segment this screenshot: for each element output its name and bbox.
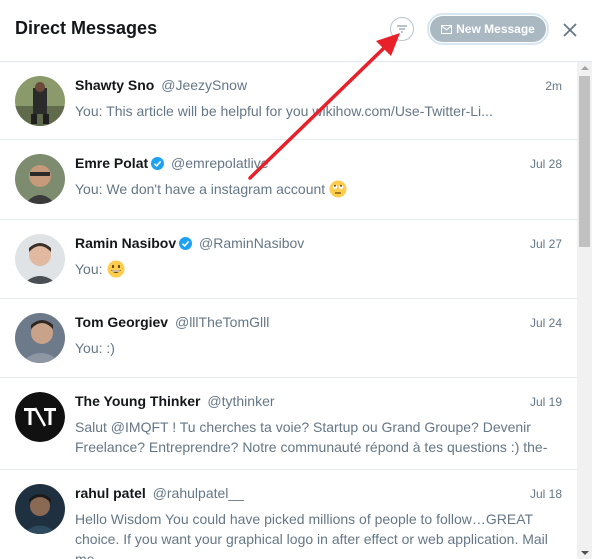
avatar <box>15 392 65 442</box>
name-line: Ramin Nasibov @RaminNasibov <box>75 235 304 251</box>
display-name: Shawty Sno <box>75 77 155 93</box>
display-name: The Young Thinker <box>75 393 201 409</box>
name-line: Tom Georgiev @lllTheTomGlll <box>75 314 269 330</box>
message-preview: Salut @IMQFT ! Tu cherches ta voie? Star… <box>75 419 548 455</box>
user-handle: @RaminNasibov <box>199 235 305 251</box>
envelope-icon <box>441 24 453 34</box>
timestamp: 2m <box>545 79 562 93</box>
filter-button[interactable] <box>390 17 414 41</box>
avatar <box>15 313 65 363</box>
new-message-button[interactable]: New Message <box>430 16 546 42</box>
timestamp: Jul 19 <box>529 395 562 409</box>
display-name: Ramin Nasibov <box>75 235 177 251</box>
conversation-row[interactable]: Ramin Nasibov @RaminNasibov Jul 27 You: <box>0 220 577 299</box>
timestamp: Jul 18 <box>529 487 562 501</box>
rolling-eyes-emoji <box>329 180 347 198</box>
conversation-row[interactable]: The Young Thinker @tythinker Jul 19 Salu… <box>0 378 577 470</box>
user-handle: @rahulpatel__ <box>152 485 244 501</box>
message-preview: You: :) <box>75 340 115 356</box>
timestamp: Jul 27 <box>529 237 562 251</box>
close-icon <box>563 23 577 37</box>
message-preview: You: <box>75 259 563 279</box>
display-name: Tom Georgiev <box>75 314 169 330</box>
timestamp: Jul 28 <box>529 157 562 171</box>
scroll-down-arrow-icon[interactable] <box>581 551 589 555</box>
user-handle: @lllTheTomGlll <box>174 314 270 330</box>
verified-badge-icon <box>151 157 165 170</box>
conversation-row[interactable]: Emre Polat @emrepolatlive Jul 28 You: We… <box>0 140 577 220</box>
user-handle: @JeezySnow <box>161 77 248 93</box>
name-line: The Young Thinker @tythinker <box>75 393 275 409</box>
close-button[interactable] <box>561 21 579 39</box>
avatar <box>15 154 65 204</box>
display-name: rahul patel <box>75 485 146 501</box>
scrollbar[interactable] <box>577 62 592 559</box>
scrollbar-thumb[interactable] <box>579 76 590 247</box>
filter-icon <box>397 25 407 33</box>
message-preview: Hello Wisdom You could have picked milli… <box>75 511 548 559</box>
name-line: Shawty Sno @JeezySnow <box>75 77 247 93</box>
conversation-row[interactable]: Shawty Sno @JeezySnow 2m You: This artic… <box>0 62 577 140</box>
avatar <box>15 484 65 534</box>
avatar <box>15 234 65 284</box>
display-name: Emre Polat <box>75 155 149 171</box>
user-handle: @tythinker <box>207 393 275 409</box>
grinning-emoji <box>107 260 125 278</box>
timestamp: Jul 24 <box>529 316 562 330</box>
verified-badge-icon <box>179 237 193 250</box>
dm-header: Direct Messages New Message <box>0 0 592 62</box>
page-title: Direct Messages <box>15 18 158 38</box>
avatar <box>15 76 65 126</box>
scroll-up-arrow-icon[interactable] <box>581 66 589 70</box>
conversation-list: Shawty Sno @JeezySnow 2m You: This artic… <box>0 62 577 559</box>
message-text: You: <box>75 261 103 277</box>
new-message-button-outline: New Message <box>427 13 549 45</box>
conversation-row[interactable]: rahul patel @rahulpatel__ Jul 18 Hello W… <box>0 470 577 559</box>
new-message-label: New Message <box>456 22 535 36</box>
conversation-row[interactable]: Tom Georgiev @lllTheTomGlll Jul 24 You: … <box>0 299 577 378</box>
message-text: You: We don't have a instagram account <box>75 181 326 197</box>
name-line: Emre Polat @emrepolatlive <box>75 155 269 171</box>
message-preview: You: This article will be helpful for yo… <box>75 103 493 119</box>
user-handle: @emrepolatlive <box>171 155 269 171</box>
message-preview: You: We don't have a instagram account <box>75 179 563 199</box>
name-line: rahul patel @rahulpatel__ <box>75 485 244 501</box>
